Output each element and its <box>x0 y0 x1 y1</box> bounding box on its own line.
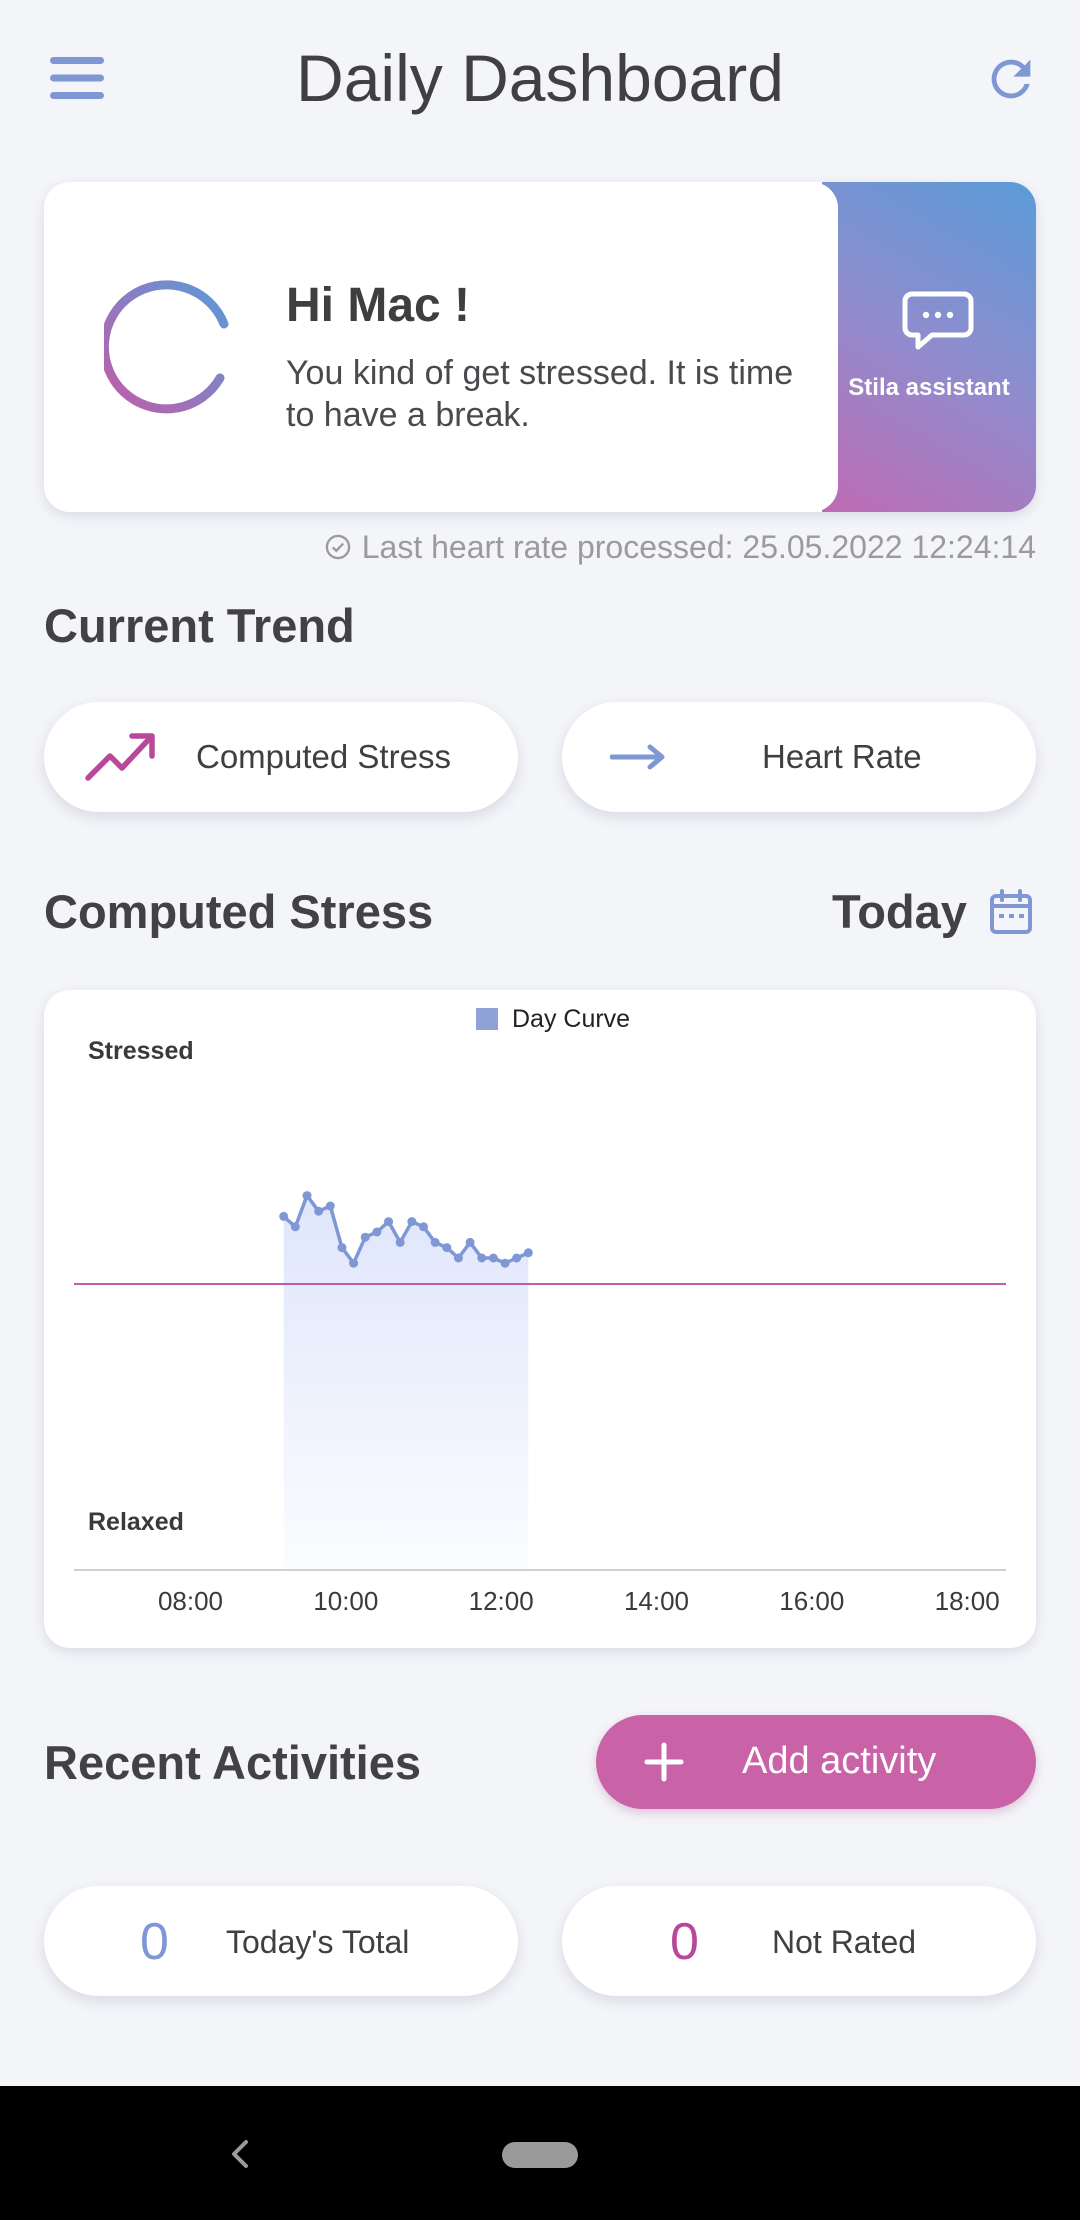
data-point <box>279 1211 289 1221</box>
data-point <box>372 1227 382 1237</box>
calendar-icon <box>990 889 1032 934</box>
data-point <box>523 1248 533 1258</box>
trend-computed-stress[interactable]: Computed Stress <box>44 702 518 812</box>
todays-total-value: 0 <box>140 1913 169 1971</box>
stress-ring-icon <box>104 280 229 414</box>
x-tick-label: 16:00 <box>779 1586 844 1616</box>
data-point <box>488 1253 498 1263</box>
data-point <box>477 1253 487 1263</box>
page-title: Daily Dashboard <box>296 41 784 115</box>
last-processed-row: Last heart rate processed: 25.05.2022 12… <box>200 524 1036 570</box>
back-chevron-icon[interactable] <box>222 2136 258 2172</box>
data-point <box>442 1243 452 1253</box>
legend-label: Day Curve <box>512 1005 630 1033</box>
y-bottom-label: Relaxed <box>88 1508 184 1536</box>
not-rated-card[interactable]: 0 Not Rated <box>562 1886 1036 1996</box>
x-tick-label: 12:00 <box>469 1586 534 1616</box>
chat-bubble-icon <box>902 291 974 350</box>
data-point <box>453 1253 463 1263</box>
x-tick-label: 18:00 <box>935 1586 1000 1616</box>
trend-heart-rate-label: Heart Rate <box>762 738 922 775</box>
data-point <box>325 1201 335 1211</box>
x-tick-label: 14:00 <box>624 1586 689 1616</box>
trending-up-icon <box>85 733 155 781</box>
system-nav-bar <box>0 2086 1080 2220</box>
data-point <box>337 1243 347 1253</box>
data-point <box>349 1258 359 1268</box>
todays-total-card[interactable]: 0 Today's Total <box>44 1886 518 1996</box>
trend-heart-rate[interactable]: Heart Rate <box>562 702 1036 812</box>
data-point <box>395 1237 405 1247</box>
data-point <box>500 1258 510 1268</box>
data-point <box>419 1222 428 1232</box>
data-point <box>512 1253 522 1263</box>
legend-swatch <box>476 1008 498 1030</box>
data-point <box>314 1206 324 1216</box>
current-trend-title: Current Trend <box>44 599 355 652</box>
x-tick-label: 10:00 <box>313 1586 378 1616</box>
trend-computed-stress-label: Computed Stress <box>196 738 451 775</box>
last-processed-text: Last heart rate processed: 25.05.2022 12… <box>361 528 1036 565</box>
data-point <box>465 1237 475 1247</box>
plus-icon <box>644 1742 684 1782</box>
x-tick-label: 08:00 <box>158 1586 223 1616</box>
calendar-button[interactable] <box>986 884 1036 940</box>
data-point <box>430 1237 440 1247</box>
refresh-button[interactable] <box>978 46 1044 112</box>
assistant-button[interactable]: Stila assistant <box>822 182 1036 512</box>
todays-total-label: Today's Total <box>226 1924 410 1960</box>
recent-activities-title: Recent Activities <box>44 1736 422 1789</box>
greeting-card: Stila assistant Hi Mac ! You kind of get… <box>44 182 1036 512</box>
not-rated-value: 0 <box>670 1913 699 1971</box>
computed-stress-title: Computed Stress <box>44 885 434 938</box>
data-point <box>290 1222 300 1232</box>
greeting-message: You kind of get stressed. It is time to … <box>286 354 794 434</box>
greeting-title: Hi Mac ! <box>286 279 471 332</box>
data-point <box>384 1217 394 1227</box>
y-top-label: Stressed <box>88 1037 194 1065</box>
stress-chart-card: Day Curve Stressed Relaxed 08:00 10:00 12:… <box>44 990 1036 1648</box>
arrow-right-icon <box>610 744 665 770</box>
data-point <box>302 1191 312 1201</box>
refresh-icon <box>991 59 1031 99</box>
not-rated-label: Not Rated <box>772 1924 917 1960</box>
add-activity-label: Add activity <box>742 1740 937 1782</box>
data-point <box>407 1217 417 1227</box>
series-area-day-curve <box>283 1195 529 1570</box>
home-pill-icon[interactable] <box>502 2142 578 2168</box>
assistant-label: Stila assistant <box>848 374 1010 401</box>
data-point <box>360 1232 370 1242</box>
period-label[interactable]: Today <box>832 884 967 939</box>
check-circle-icon <box>325 534 350 560</box>
stress-chart: Day Curve Stressed Relaxed 08:00 10:00 12:… <box>74 1005 1006 1616</box>
add-activity-button[interactable]: Add activity <box>596 1715 1036 1809</box>
